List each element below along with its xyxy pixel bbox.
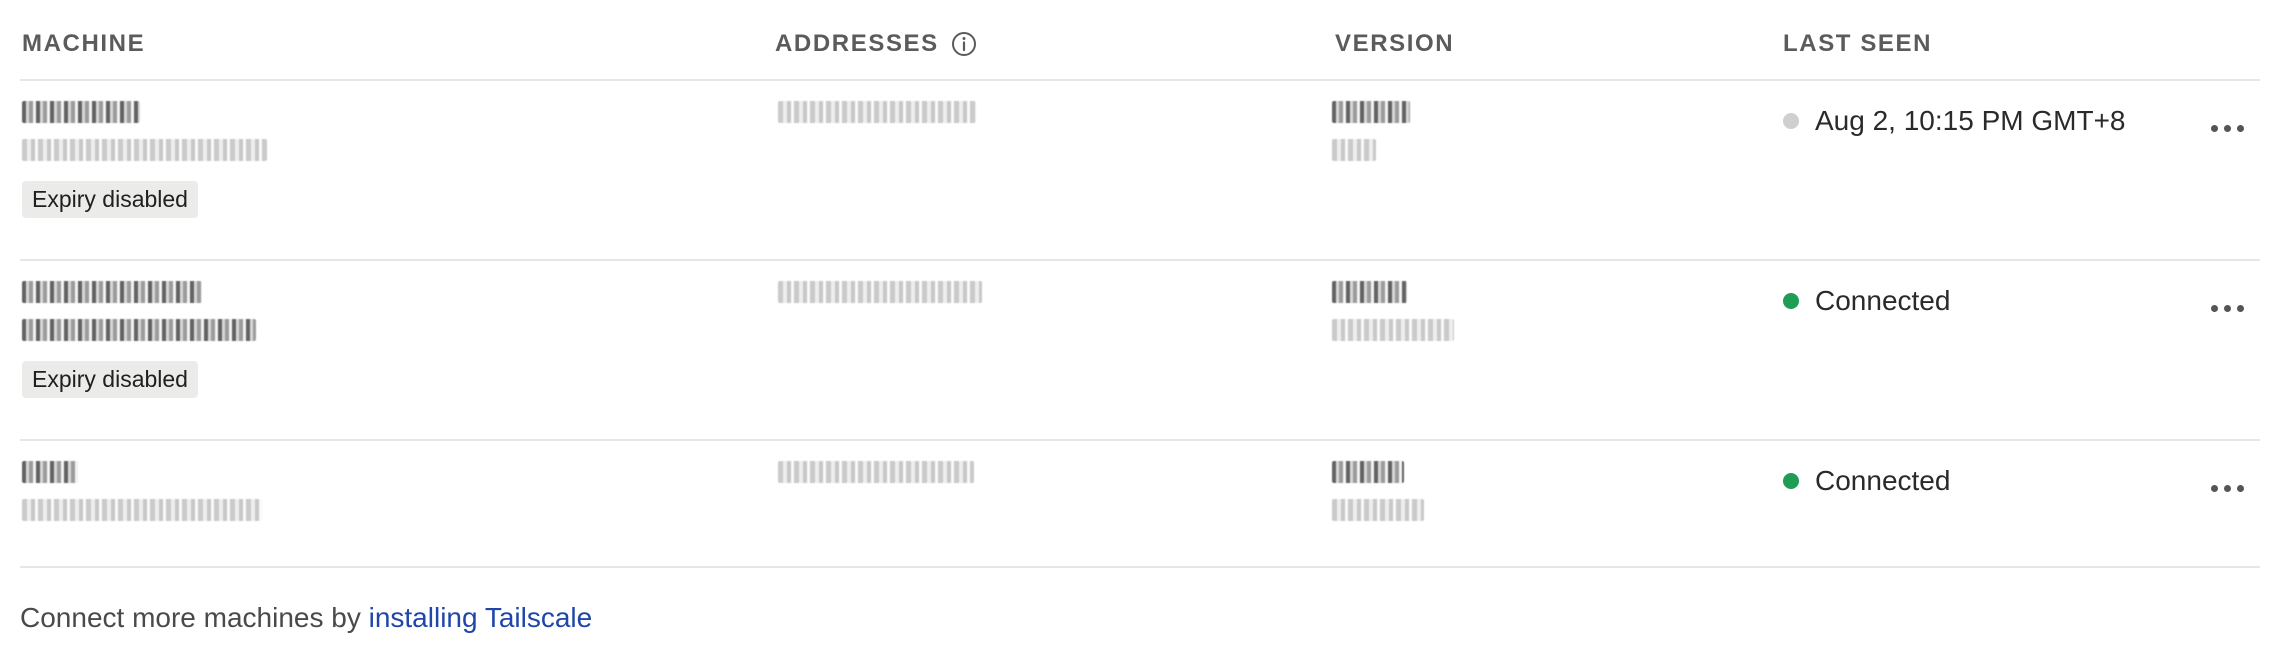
status-dot-offline: [1783, 113, 1799, 129]
machine-owner-redacted: [22, 139, 267, 161]
info-icon[interactable]: [951, 31, 977, 57]
addresses-cell: [778, 281, 982, 319]
machine-name-redacted[interactable]: [22, 461, 78, 483]
install-tailscale-link[interactable]: installing Tailscale: [369, 602, 593, 633]
more-horizontal-icon[interactable]: [2204, 285, 2250, 331]
menu-dot: [2236, 304, 2244, 312]
version-cell: [1332, 101, 1410, 177]
last-seen-cell: Aug 2, 10:15 PM GMT+8: [1783, 105, 2126, 137]
menu-dot: [2223, 304, 2231, 312]
version-cell: [1332, 461, 1424, 537]
menu-dot: [2236, 484, 2244, 492]
table-header: MACHINE ADDRESSES VERSION LAST SEEN: [20, 0, 2260, 81]
menu-dot: [2210, 304, 2218, 312]
row-menu: [2204, 105, 2250, 151]
last-seen-cell: Connected: [1783, 285, 1950, 317]
column-header-addresses-label: ADDRESSES: [775, 30, 939, 57]
address-redacted[interactable]: [778, 101, 976, 123]
machines-table: MACHINE ADDRESSES VERSION LAST SEEN Expi…: [20, 0, 2260, 568]
table-row[interactable]: Expiry disabled Connected: [20, 261, 2260, 441]
column-header-addresses[interactable]: ADDRESSES: [775, 30, 977, 58]
row-menu: [2204, 285, 2250, 331]
menu-dot: [2236, 124, 2244, 132]
last-seen-text: Connected: [1815, 285, 1951, 316]
column-header-version[interactable]: VERSION: [1335, 30, 1454, 58]
machine-cell: Expiry disabled: [22, 101, 267, 218]
os-redacted: [1332, 499, 1424, 521]
expiry-badge: Expiry disabled: [22, 361, 198, 398]
column-header-version-label: VERSION: [1335, 30, 1455, 57]
last-seen-text: Connected: [1815, 465, 1951, 496]
version-redacted: [1332, 101, 1410, 123]
address-redacted[interactable]: [778, 281, 982, 303]
machine-owner-redacted: [22, 499, 262, 521]
last-seen-text: Aug 2, 10:15 PM GMT+8: [1815, 105, 2126, 136]
last-seen-cell: Connected: [1783, 465, 1950, 497]
machine-cell: [22, 461, 262, 537]
os-redacted: [1332, 139, 1376, 161]
version-redacted: [1332, 461, 1404, 483]
column-header-machine[interactable]: MACHINE: [22, 30, 145, 58]
status-dot-connected: [1783, 293, 1799, 309]
footer-text: Connect more machines by: [20, 602, 369, 633]
addresses-cell: [778, 461, 974, 499]
column-header-machine-label: MACHINE: [22, 30, 146, 57]
table-row[interactable]: Expiry disabled Aug 2, 10:15 PM GMT+8: [20, 81, 2260, 261]
os-redacted: [1332, 319, 1454, 341]
menu-dot: [2223, 124, 2231, 132]
version-redacted: [1332, 281, 1407, 303]
column-header-last-seen-label: LAST SEEN: [1783, 30, 1933, 57]
menu-dot: [2210, 124, 2218, 132]
column-header-last-seen[interactable]: LAST SEEN: [1783, 30, 1932, 58]
row-menu: [2204, 465, 2250, 511]
table-row[interactable]: Connected: [20, 441, 2260, 568]
status-dot-connected: [1783, 473, 1799, 489]
menu-dot: [2210, 484, 2218, 492]
footer-hint: Connect more machines by installing Tail…: [20, 602, 592, 634]
machine-cell: Expiry disabled: [22, 281, 256, 398]
expiry-badge: Expiry disabled: [22, 181, 198, 218]
addresses-cell: [778, 101, 976, 139]
more-horizontal-icon[interactable]: [2204, 105, 2250, 151]
menu-dot: [2223, 484, 2231, 492]
machine-name-redacted[interactable]: [22, 281, 202, 303]
version-cell: [1332, 281, 1454, 357]
address-redacted[interactable]: [778, 461, 974, 483]
more-horizontal-icon[interactable]: [2204, 465, 2250, 511]
machine-name-redacted[interactable]: [22, 101, 140, 123]
machine-owner-redacted: [22, 319, 256, 341]
